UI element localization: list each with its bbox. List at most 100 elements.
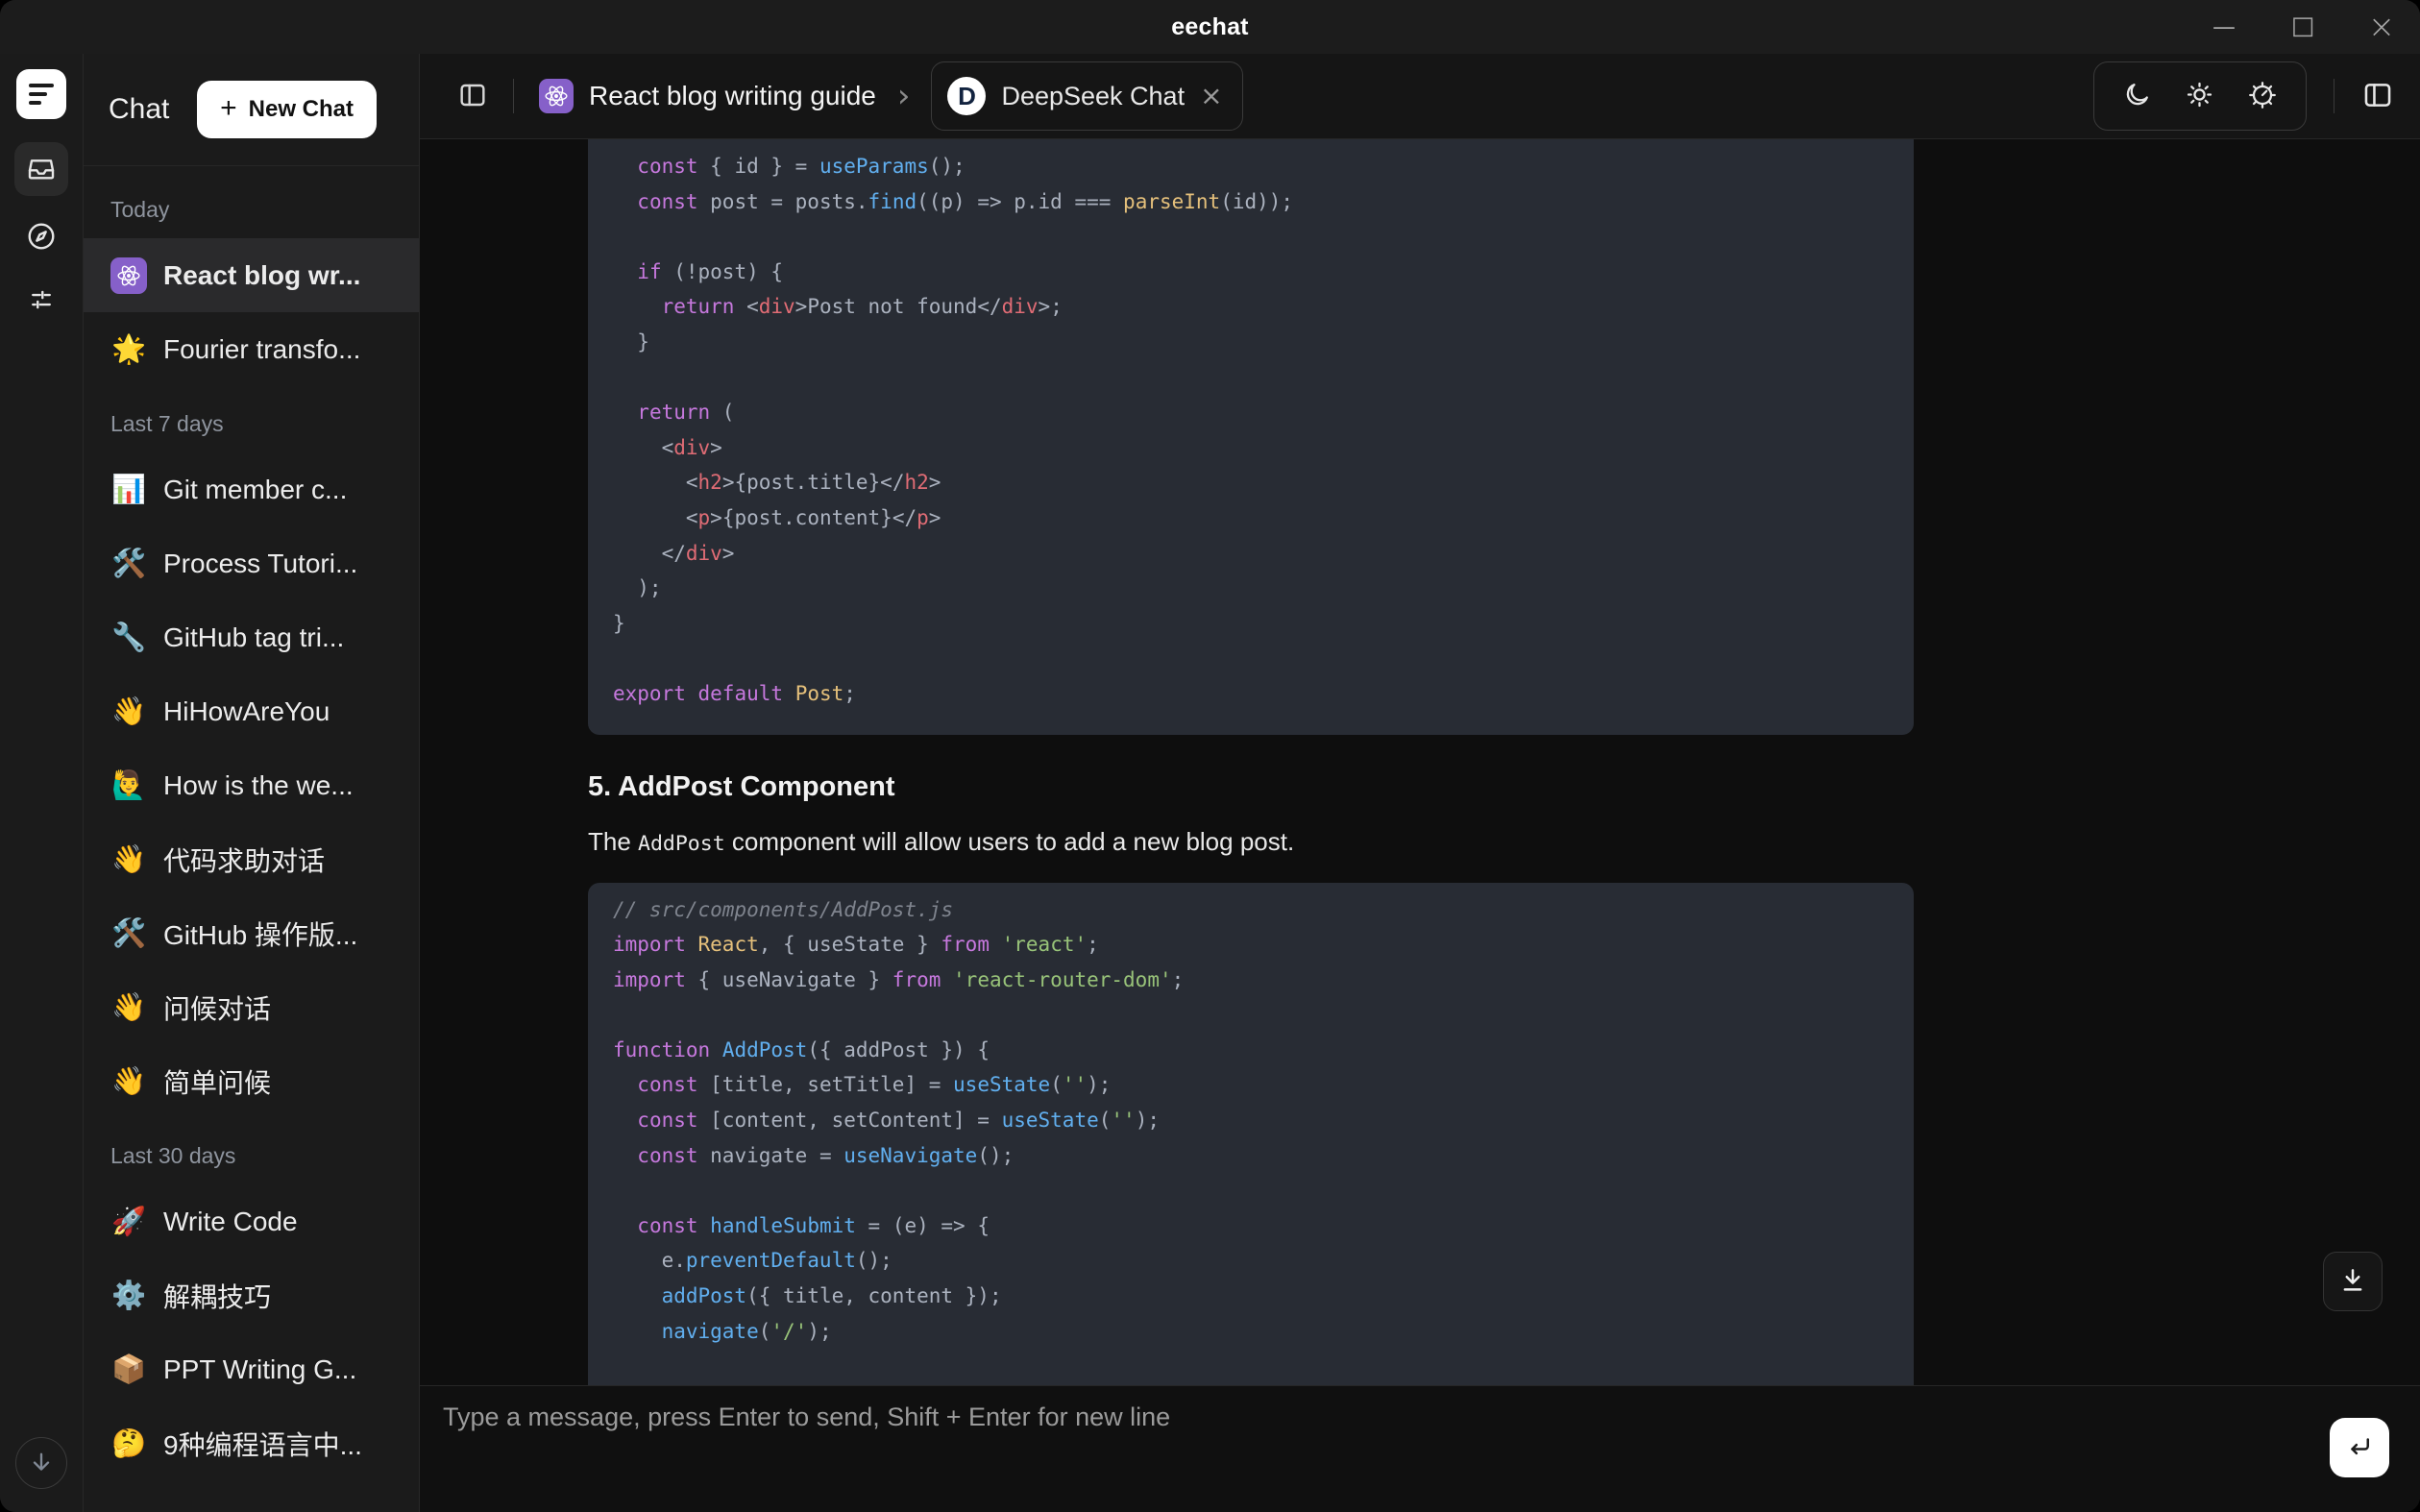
section-paragraph: The AddPost component will allow users t… xyxy=(588,827,1914,857)
code-line: navigate('/'); xyxy=(613,1314,1889,1350)
sidebar-item[interactable]: 🙋‍♂️How is the we... xyxy=(84,748,419,822)
sidebar-item[interactable]: 🤔 9种编程语言中... xyxy=(84,1406,419,1480)
chat-item-label: Write Code xyxy=(163,1207,298,1237)
code-line: </div> xyxy=(613,536,1889,572)
sidebar-section-label: Today xyxy=(84,172,419,238)
sidebar-section-label: Last 7 days xyxy=(84,386,419,452)
left-rail xyxy=(0,54,84,1512)
code-line xyxy=(613,360,1889,396)
code-line: const handleSubmit = (e) => { xyxy=(613,1208,1889,1244)
send-button[interactable] xyxy=(2330,1418,2389,1477)
sidebar-item[interactable]: 👋 HiHowAreYou xyxy=(84,674,419,748)
system-theme-button[interactable] xyxy=(2248,81,2277,112)
chat-emoji-icon: 🙋‍♂️ xyxy=(110,771,147,799)
code-line: return <div>Post not found</div>; xyxy=(613,289,1889,325)
sidebar-item[interactable]: 📊 Git member c... xyxy=(84,452,419,526)
chat-emoji-icon: 🛠️ xyxy=(110,919,147,947)
code-line: const post = posts.find((p) => p.id === … xyxy=(613,184,1889,220)
sidebar-section-label: Last 30 days xyxy=(84,1118,419,1184)
react-icon xyxy=(110,257,147,294)
chat-list: Today React blog wr... 🌟Fourier transfo...… xyxy=(84,166,419,1512)
sidebar-item[interactable]: 🛠️Process Tutori... xyxy=(84,526,419,600)
chat-item-label: HiHowAreYou xyxy=(163,696,330,727)
code-block-addpost-component: // src/components/AddPost.jsimport React… xyxy=(588,883,1914,1386)
maximize-icon[interactable]: □ xyxy=(2289,12,2316,39)
code-line: } xyxy=(613,325,1889,360)
titlebar: eechat — □ × xyxy=(0,0,2420,54)
chat-emoji-icon: 🚀 xyxy=(110,1207,147,1235)
chat-emoji-icon: 👋 xyxy=(110,1067,147,1095)
code-line: e.preventDefault(); xyxy=(613,1243,1889,1279)
chat-emoji-icon: 👋 xyxy=(110,845,147,873)
compass-icon xyxy=(26,221,57,252)
window-title: eechat xyxy=(1171,13,1248,41)
scroll-to-bottom-button[interactable] xyxy=(2323,1252,2383,1311)
message-scroll-area[interactable]: const { id } = useParams(); const post =… xyxy=(420,139,2420,1385)
chat-item-label: 解耦技巧 xyxy=(163,1277,271,1315)
conversation-header: React blog writing guide › D DeepSeek Ch… xyxy=(420,54,2420,139)
chat-item-label: 问候对话 xyxy=(163,988,271,1027)
light-mode-button[interactable] xyxy=(2186,81,2213,111)
main-panel: React blog writing guide › D DeepSeek Ch… xyxy=(420,54,2420,1512)
code-line: const [content, setContent] = useState('… xyxy=(613,1103,1889,1138)
new-chat-button[interactable]: + New Chat xyxy=(197,81,377,138)
dark-mode-button[interactable] xyxy=(2123,81,2151,111)
chat-emoji-icon: 🌟 xyxy=(110,335,147,363)
close-icon[interactable]: × xyxy=(2368,13,2395,40)
model-pill[interactable]: D DeepSeek Chat × xyxy=(931,61,1242,131)
sidebar-item[interactable]: React blog wr... xyxy=(84,238,419,312)
code-line: const { id } = useParams(); xyxy=(613,149,1889,184)
inline-code: AddPost xyxy=(638,832,725,856)
settings-sliders-button[interactable] xyxy=(14,273,68,327)
chats-inbox-button[interactable] xyxy=(14,142,68,196)
code-line xyxy=(613,219,1889,255)
code-line: // src/components/AddPost.js xyxy=(613,892,1889,928)
react-icon xyxy=(539,79,574,113)
code-line: const navigate = useNavigate(); xyxy=(613,1138,1889,1174)
section-heading: 5. AddPost Component xyxy=(588,771,1914,803)
minimize-icon[interactable]: — xyxy=(2211,13,2237,40)
message-input[interactable]: Type a message, press Enter to send, Shi… xyxy=(443,1402,2305,1460)
toggle-right-panel-button[interactable] xyxy=(2361,79,2394,114)
arrow-down-to-line-icon xyxy=(2338,1266,2367,1298)
sidebar-item[interactable]: 🛠️ GitHub 操作版... xyxy=(84,896,419,970)
sidebar-title: Chat xyxy=(109,93,169,126)
chat-emoji-icon: 🛠️ xyxy=(110,549,147,577)
chat-item-label: React blog wr... xyxy=(163,260,360,291)
model-close-icon[interactable]: × xyxy=(1200,83,1222,110)
chat-emoji-icon: ⚙️ xyxy=(110,1281,147,1309)
toggle-sidebar-button[interactable] xyxy=(457,80,488,113)
code-line: function AddPost({ addPost }) { xyxy=(613,1033,1889,1068)
sidebar-item[interactable]: 👋问候对话 xyxy=(84,970,419,1044)
chat-item-label: GitHub 操作版... xyxy=(163,915,357,953)
chat-item-label: Git member c... xyxy=(163,475,347,505)
paragraph-text: component will allow users to add a new … xyxy=(725,827,1295,856)
sidebar-item[interactable]: 🔧GitHub tag tri... xyxy=(84,600,419,674)
arrow-down-icon xyxy=(28,1449,55,1478)
sidebar-item[interactable]: ⚙️ 解耦技巧 xyxy=(84,1258,419,1332)
chat-emoji-icon: 👋 xyxy=(110,697,147,725)
sidebar-item[interactable]: 🌟Fourier transfo... xyxy=(84,312,419,386)
app-window: eechat — □ × xyxy=(0,0,2420,1512)
sidebar-item[interactable]: 🚀 Write Code xyxy=(84,1184,419,1258)
rail-scroll-down-button[interactable] xyxy=(15,1437,67,1489)
header-divider xyxy=(513,79,514,113)
code-line: <h2>{post.title}</h2> xyxy=(613,465,1889,500)
chat-item-label: 简单问候 xyxy=(163,1062,271,1101)
code-line: if (!post) { xyxy=(613,255,1889,290)
chat-emoji-icon: 🤔 xyxy=(110,1429,147,1457)
new-chat-label: New Chat xyxy=(249,96,354,123)
chat-item-label: PPT Writing G... xyxy=(163,1354,356,1385)
sidebar-item[interactable]: 📦PPT Writing G... xyxy=(84,1332,419,1406)
chevron-right-icon: › xyxy=(897,77,911,115)
window-controls: — □ × xyxy=(2211,0,2395,54)
chat-emoji-icon: 📊 xyxy=(110,476,147,503)
sidebar-item[interactable]: 👋代码求助对话 xyxy=(84,822,419,896)
sidebar: Chat + New Chat Today React blog wr... 🌟Fo… xyxy=(84,54,420,1512)
discover-button[interactable] xyxy=(14,209,68,263)
sidebar-item[interactable]: 👋 简单问候 xyxy=(84,1044,419,1118)
paragraph-text: The xyxy=(588,827,638,856)
model-name: DeepSeek Chat xyxy=(1001,82,1185,111)
chat-item-label: 9种编程语言中... xyxy=(163,1425,362,1463)
chat-emoji-icon: 🔧 xyxy=(110,623,147,651)
